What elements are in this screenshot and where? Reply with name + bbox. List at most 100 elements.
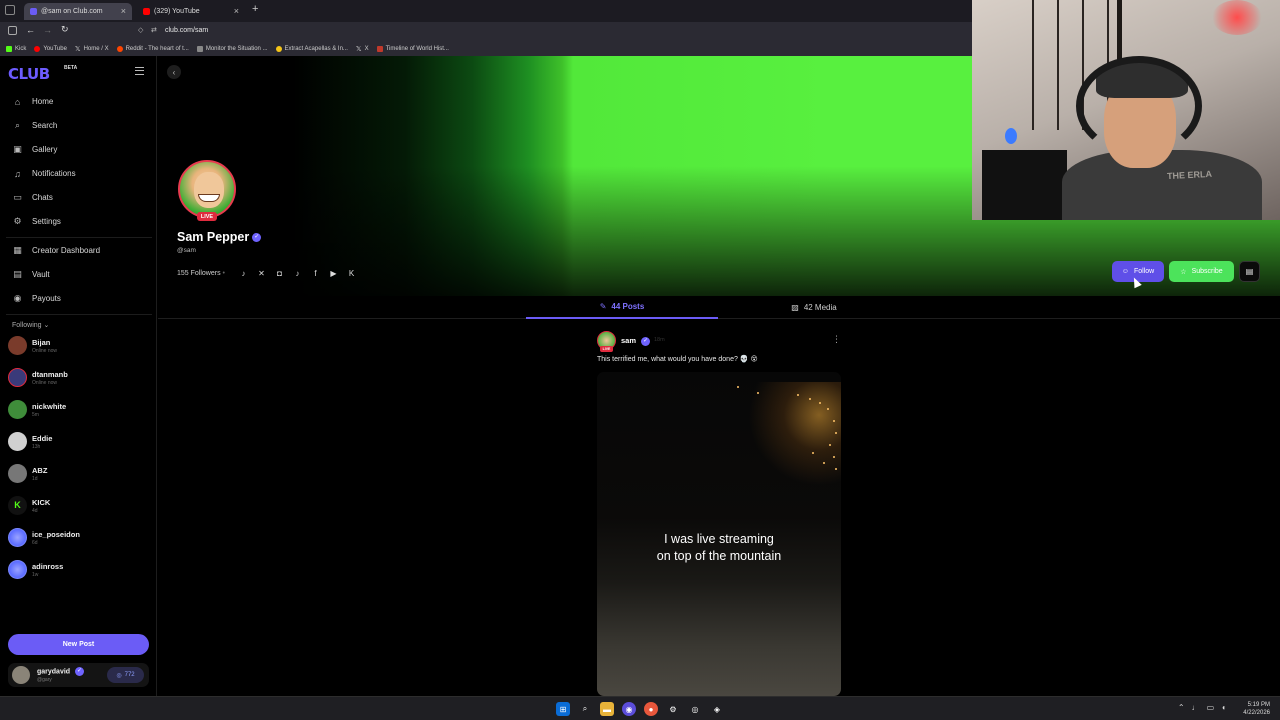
bookmark-item[interactable]: 𝕏 Home / X xyxy=(75,45,109,53)
sidebar-item-home[interactable]: ⌂ Home xyxy=(12,96,54,107)
search-icon[interactable]: ⌕ xyxy=(578,702,592,716)
pencil-icon: ✎ xyxy=(599,302,607,311)
bookmark-item[interactable]: Monitor the Situation ... xyxy=(196,46,268,52)
bookmark-item[interactable]: Reddit - The heart of t... xyxy=(116,46,189,52)
social-links: ♪ ✕ ◘ ♪ f ▶ K xyxy=(239,269,356,278)
message-icon: ▤ xyxy=(1245,267,1254,276)
bookmark-item[interactable]: YouTube xyxy=(34,46,67,52)
reload-icon[interactable]: ↻ xyxy=(61,24,69,35)
chevron-up-icon[interactable]: ⌃ xyxy=(1178,703,1185,712)
divider xyxy=(6,314,152,315)
windows-start-icon[interactable]: ⊞ xyxy=(556,702,570,716)
bookmark-item[interactable]: 𝕏X xyxy=(356,45,369,53)
profile-handle: @sam xyxy=(177,247,196,254)
kick-icon[interactable]: K xyxy=(347,269,356,278)
file-explorer-icon[interactable]: ▬ xyxy=(600,702,614,716)
dashboard-icon: ▦ xyxy=(13,245,22,255)
headset xyxy=(1076,56,1202,156)
sidebar-item-vault[interactable]: ▤ Vault xyxy=(12,269,49,280)
current-user-card[interactable]: garydavid ✓ @gary ◎ 772 xyxy=(8,663,149,687)
extensions-icon[interactable] xyxy=(8,26,17,35)
sidebar-item-search[interactable]: ⌕ Search xyxy=(12,120,57,131)
browser-tab-youtube[interactable]: (329) YouTube × xyxy=(137,3,245,20)
close-tab-icon[interactable]: × xyxy=(234,6,239,16)
settings-icon[interactable]: ⚙ xyxy=(666,702,680,716)
tab-media[interactable]: ▨ 42 Media xyxy=(718,296,910,319)
menu-icon[interactable] xyxy=(135,67,144,75)
following-header[interactable]: Following ⌄ xyxy=(12,321,49,329)
obs-icon[interactable]: ◎ xyxy=(688,702,702,716)
avatar xyxy=(8,432,27,451)
instagram-icon[interactable]: ◘ xyxy=(275,269,284,278)
site-info-icon[interactable]: ⇄ xyxy=(151,26,157,34)
url-field[interactable]: club.com/sam xyxy=(165,27,208,34)
subscribe-button[interactable]: ☆ Subscribe xyxy=(1169,261,1234,282)
x-icon[interactable]: ✕ xyxy=(257,269,266,278)
post-video[interactable]: I was live streaming on top of the mount… xyxy=(597,372,841,696)
followers-count[interactable]: 155 Followers • xyxy=(177,270,225,277)
bell-icon[interactable]: ♪ xyxy=(239,269,248,278)
following-item-dtanmanb[interactable]: dtanmanb Online now xyxy=(8,368,148,390)
back-icon[interactable]: ← xyxy=(26,25,35,35)
verified-icon: ✓ xyxy=(75,667,85,676)
browser-tab-active[interactable]: @sam on Club.com × xyxy=(24,3,132,20)
new-tab-icon[interactable]: + xyxy=(252,3,258,15)
bookmark-item[interactable]: Kick xyxy=(6,46,26,52)
payouts-icon: ◉ xyxy=(13,293,22,303)
avatar xyxy=(8,400,27,419)
verified-icon: ✓ xyxy=(252,233,262,243)
chevron-left-icon: ‹ xyxy=(172,67,176,77)
bookmark-item[interactable]: Extract Acapellas & In... xyxy=(275,46,348,52)
following-item-abz[interactable]: ABZ 1d xyxy=(8,464,148,486)
avatar xyxy=(8,464,27,483)
network-icon[interactable]: ▭ xyxy=(1207,703,1215,712)
tab-posts[interactable]: ✎ 44 Posts xyxy=(526,296,718,319)
user-icon: ☺ xyxy=(1121,268,1129,275)
gallery-icon: ▣ xyxy=(13,144,22,154)
following-item-kick[interactable]: K KICK 4d xyxy=(8,496,148,518)
message-button[interactable]: ▤ xyxy=(1239,261,1260,282)
forward-icon[interactable]: → xyxy=(43,25,52,35)
post-author[interactable]: sam ✓ xyxy=(621,336,651,346)
club-logo[interactable]: CLUB xyxy=(8,65,50,83)
volume-icon[interactable]: ◖ xyxy=(1221,703,1226,712)
back-button[interactable]: ‹ xyxy=(167,65,181,79)
following-item-ice-poseidon[interactable]: ice_poseidon 6d xyxy=(8,528,148,550)
firefox-icon[interactable]: ● xyxy=(644,702,658,716)
post-time: 18m xyxy=(654,337,665,343)
avatar xyxy=(8,528,27,547)
following-item-adinross[interactable]: adinross 1w xyxy=(8,560,148,582)
shield-icon[interactable]: ◇ xyxy=(138,26,143,34)
more-options-icon[interactable]: ⋮ xyxy=(832,334,841,345)
sidebar-item-notifications[interactable]: ♫ Notifications xyxy=(12,168,75,179)
sidebar-item-creator-dashboard[interactable]: ▦ Creator Dashboard xyxy=(12,245,100,256)
clock[interactable]: 5:19 PM 4/22/2026 xyxy=(1243,701,1270,717)
search-icon: ⌕ xyxy=(14,120,21,130)
mic-icon[interactable]: ♩ xyxy=(1192,703,1200,712)
sidebar-item-gallery[interactable]: ▣ Gallery xyxy=(12,144,57,155)
post-text: This terrified me, what would you have d… xyxy=(597,356,758,363)
tiktok-icon[interactable]: ♪ xyxy=(293,269,302,278)
following-item-nickwhite[interactable]: nickwhite 5m xyxy=(8,400,148,422)
beta-badge: BETA xyxy=(64,65,78,71)
discord-icon[interactable]: ◉ xyxy=(622,702,636,716)
gear-icon: ⚙ xyxy=(13,216,22,226)
sidebar-item-payouts[interactable]: ◉ Payouts xyxy=(12,293,61,304)
sidebar-toggle-icon[interactable] xyxy=(5,5,15,15)
club-favicon-icon xyxy=(30,8,37,15)
kick-logo-icon: K xyxy=(8,496,27,515)
facebook-icon[interactable]: f xyxy=(311,269,320,278)
new-post-button[interactable]: New Post xyxy=(8,634,149,655)
tab-title: @sam on Club.com xyxy=(41,8,103,15)
following-item-eddie[interactable]: Eddie 13h xyxy=(8,432,148,454)
steam-icon[interactable]: ◈ xyxy=(710,702,724,716)
profile-avatar[interactable] xyxy=(178,160,236,218)
sidebar-item-chats[interactable]: ▭ Chats xyxy=(12,192,53,203)
bookmark-item[interactable]: Timeline of World Hist... xyxy=(376,46,449,52)
sidebar-item-settings[interactable]: ⚙ Settings xyxy=(12,216,60,227)
points-badge[interactable]: ◎ 772 xyxy=(107,667,144,683)
close-tab-icon[interactable]: × xyxy=(121,6,126,16)
following-item-bijan[interactable]: Bijan Online now xyxy=(8,336,148,358)
youtube-icon[interactable]: ▶ xyxy=(329,269,338,278)
home-icon: ⌂ xyxy=(14,96,21,107)
